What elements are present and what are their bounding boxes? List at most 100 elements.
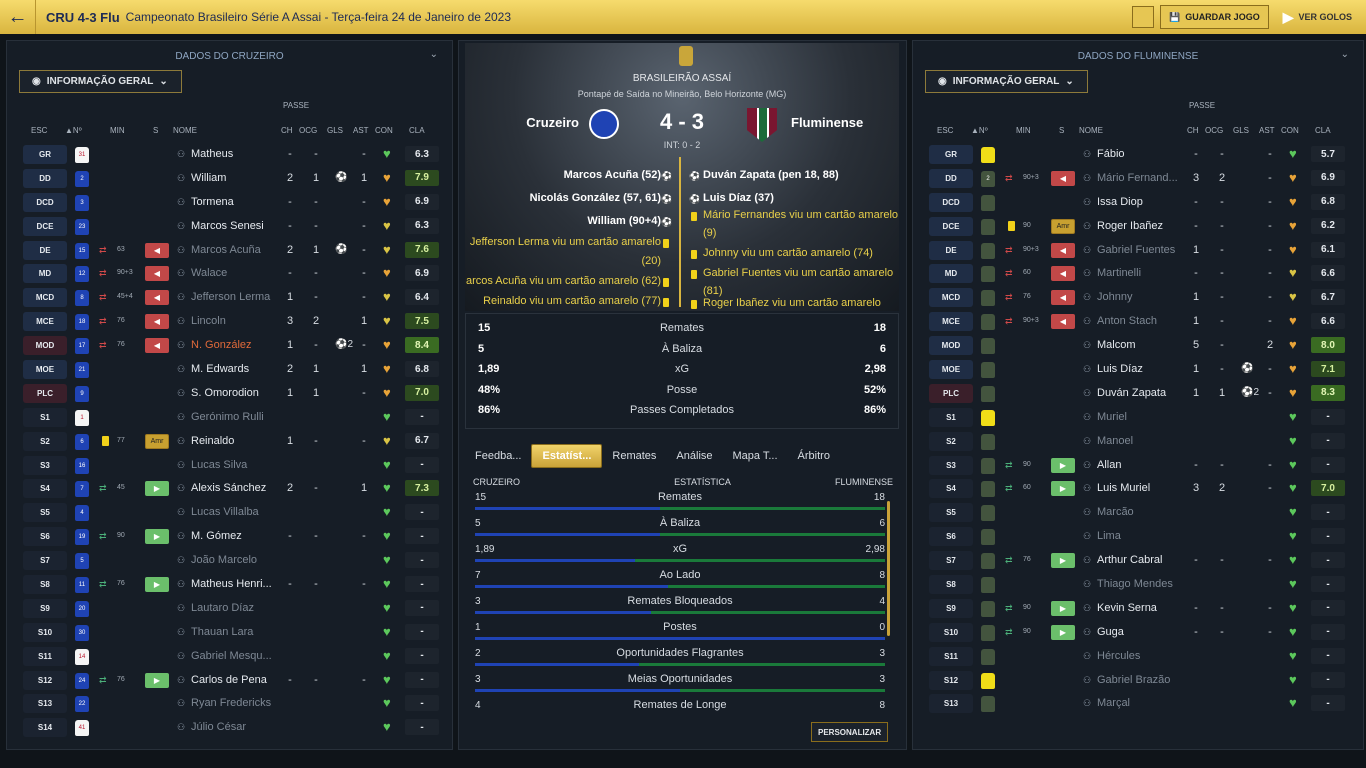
player-row[interactable]: PLC 9 ⚇ S. Omorodion 1 1 - ♥ 7.0 [7,382,452,406]
player-name[interactable]: Martinelli [1097,267,1187,279]
player-name[interactable]: Carlos de Pena [191,674,281,686]
tab-5[interactable]: Árbitro [788,444,840,468]
player-row[interactable]: MCE 18 ⇄ 76 ◀ ⚇ Lincoln 3 2 1 ♥ 7.5 [7,310,452,334]
player-row[interactable]: MOE 21 ⚇ M. Edwards 2 1 1 ♥ 6.8 [7,358,452,382]
header-s[interactable]: S [1059,126,1064,135]
player-name[interactable]: Anton Stach [1097,315,1187,327]
header-min[interactable]: MIN [1016,126,1031,135]
player-row[interactable]: S3 16 ⚇ Lucas Silva ♥ - [7,454,452,478]
player-name[interactable]: Hércules [1097,650,1187,662]
info-dropdown[interactable]: ◉ INFORMAÇÃO GERAL ⌄ [925,70,1088,93]
player-name[interactable]: Lincoln [191,315,281,327]
player-row[interactable]: S7 ⇄ 76 ▶ ⚇ Arthur Cabral - - - ♥ - [913,549,1363,573]
player-name[interactable]: William [191,172,281,184]
player-row[interactable]: S4 7 ⇄ 45 ▶ ⚇ Alexis Sánchez 2 - 1 ♥ 7.3 [7,477,452,501]
player-row[interactable]: S1 1 ⚇ Gerónimo Rulli ♥ - [7,406,452,430]
player-name[interactable]: Marcão [1097,506,1187,518]
view-goals-button[interactable]: ▶ VER GOLOS [1275,5,1360,29]
player-row[interactable]: S8 ⚇ Thiago Mendes ♥ - [913,573,1363,597]
player-name[interactable]: Issa Diop [1097,196,1187,208]
player-name[interactable]: N. González [191,339,281,351]
player-name[interactable]: Reinaldo [191,435,281,447]
player-name[interactable]: Lima [1097,530,1187,542]
player-row[interactable]: S5 4 ⚇ Lucas Villalba ♥ - [7,501,452,525]
player-row[interactable]: GR ⚇ Fábio - - - ♥ 5.7 [913,143,1363,167]
player-row[interactable]: GR 31 ⚇ Matheus - - - ♥ 6.3 [7,143,452,167]
player-name[interactable]: Malcom [1097,339,1187,351]
header-ast[interactable]: AST [1259,126,1275,135]
player-row[interactable]: S11 14 ⚇ Gabriel Mesqu... ♥ - [7,645,452,669]
player-row[interactable]: S7 5 ⚇ João Marcelo ♥ - [7,549,452,573]
player-row[interactable]: S12 24 ⇄ 76 ▶ ⚇ Carlos de Pena - - - ♥ - [7,669,452,693]
player-row[interactable]: DCD ⚇ Issa Diop - - - ♥ 6.8 [913,191,1363,215]
player-name[interactable]: Luis Díaz [1097,363,1187,375]
player-row[interactable]: DD 2 ⚇ William 2 1 ⚽ 1 ♥ 7.9 [7,167,452,191]
player-row[interactable]: MOD ⚇ Malcom 5 - 2 ♥ 8.0 [913,334,1363,358]
header-esc[interactable]: ESC [937,126,953,135]
tab-4[interactable]: Mapa T... [723,444,788,468]
header-ocg[interactable]: OCG [1205,126,1223,135]
player-name[interactable]: Kevin Serna [1097,602,1187,614]
player-row[interactable]: S6 ⚇ Lima ♥ - [913,525,1363,549]
player-name[interactable]: Roger Ibañez [1097,220,1187,232]
player-row[interactable]: DCE 90 Amr ⚇ Roger Ibañez - - - ♥ 6.2 [913,215,1363,239]
header-ocg[interactable]: OCG [299,126,317,135]
stats-scrollbar[interactable] [887,501,890,636]
header-cla[interactable]: CLA [1315,126,1331,135]
header-con[interactable]: CON [1281,126,1299,135]
customize-button[interactable]: PERSONALIZAR [811,722,889,742]
player-name[interactable]: João Marcelo [191,554,281,566]
player-row[interactable]: S13 ⚇ Marçal ♥ - [913,692,1363,716]
player-name[interactable]: Duván Zapata [1097,387,1187,399]
player-name[interactable]: Júlio César [191,721,281,733]
player-name[interactable]: Arthur Cabral [1097,554,1187,566]
player-name[interactable]: Muriel [1097,411,1187,423]
player-name[interactable]: Gerónimo Rulli [191,411,281,423]
player-row[interactable]: DCE 23 ⚇ Marcos Senesi - - - ♥ 6.3 [7,215,452,239]
player-name[interactable]: Jefferson Lerma [191,291,281,303]
player-name[interactable]: Ryan Fredericks [191,697,281,709]
header-gls[interactable]: GLS [1233,126,1249,135]
player-row[interactable]: MOD 17 ⇄ 76 ◀ ⚇ N. González 1- ⚽2- ♥ 8.4 [7,334,452,358]
player-name[interactable]: Manoel [1097,435,1187,447]
player-row[interactable]: MCD ⇄ 76 ◀ ⚇ Johnny 1 - - ♥ 6.7 [913,286,1363,310]
player-name[interactable]: Matheus [191,148,281,160]
player-row[interactable]: MOE ⚇ Luis Díaz 1 - ⚽ - ♥ 7.1 [913,358,1363,382]
header-ast[interactable]: AST [353,126,369,135]
player-name[interactable]: Thauan Lara [191,626,281,638]
header-ch[interactable]: CH [281,126,293,135]
toolbar-square-button[interactable] [1131,6,1154,28]
player-name[interactable]: Matheus Henri... [191,578,281,590]
player-name[interactable]: Tormena [191,196,281,208]
player-row[interactable]: S13 22 ⚇ Ryan Fredericks ♥ - [7,692,452,716]
player-row[interactable]: S3 ⇄ 90 ▶ ⚇ Allan - - - ♥ - [913,454,1363,478]
player-name[interactable]: Gabriel Mesqu... [191,650,281,662]
tab-0[interactable]: Feedba... [465,444,531,468]
player-row[interactable]: MCD 8 ⇄ 45+4 ◀ ⚇ Jefferson Lerma 1 - - ♥ 6.4 [7,286,452,310]
header-num[interactable]: ▲Nº [65,126,82,135]
tab-1[interactable]: Estatíst... [531,444,603,468]
header-num[interactable]: ▲Nº [971,126,988,135]
chevron-down-icon[interactable]: ⌄ [1341,49,1349,60]
player-name[interactable]: M. Edwards [191,363,281,375]
player-row[interactable]: MD ⇄ 60 ◀ ⚇ Martinelli - - - ♥ 6.6 [913,262,1363,286]
tab-2[interactable]: Remates [602,444,666,468]
player-row[interactable]: MCE ⇄ 90+3 ◀ ⚇ Anton Stach 1 - - ♥ 6.6 [913,310,1363,334]
header-cla[interactable]: CLA [409,126,425,135]
player-row[interactable]: S14 41 ⚇ Júlio César ♥ - [7,716,452,740]
player-name[interactable]: Lucas Silva [191,459,281,471]
player-name[interactable]: Gabriel Brazão [1097,674,1187,686]
player-name[interactable]: M. Gómez [191,530,281,542]
player-row[interactable]: DD 2 ⇄ 90+3 ◀ ⚇ Mário Fernand... 3 2 - ♥ 6.9 [913,167,1363,191]
player-row[interactable]: S2 ⚇ Manoel ♥ - [913,430,1363,454]
header-nome[interactable]: NOME [173,126,197,135]
player-row[interactable]: S9 20 ⚇ Lautaro Díaz ♥ - [7,597,452,621]
player-name[interactable]: Marcos Acuña [191,244,281,256]
player-name[interactable]: Gabriel Fuentes [1097,244,1187,256]
player-row[interactable]: S2 6 77 Amr ⚇ Reinaldo 1 - - ♥ 6.7 [7,430,452,454]
player-name[interactable]: Lucas Villalba [191,506,281,518]
header-s[interactable]: S [153,126,158,135]
player-name[interactable]: Thiago Mendes [1097,578,1187,590]
header-gls[interactable]: GLS [327,126,343,135]
player-row[interactable]: DCD 3 ⚇ Tormena - - - ♥ 6.9 [7,191,452,215]
